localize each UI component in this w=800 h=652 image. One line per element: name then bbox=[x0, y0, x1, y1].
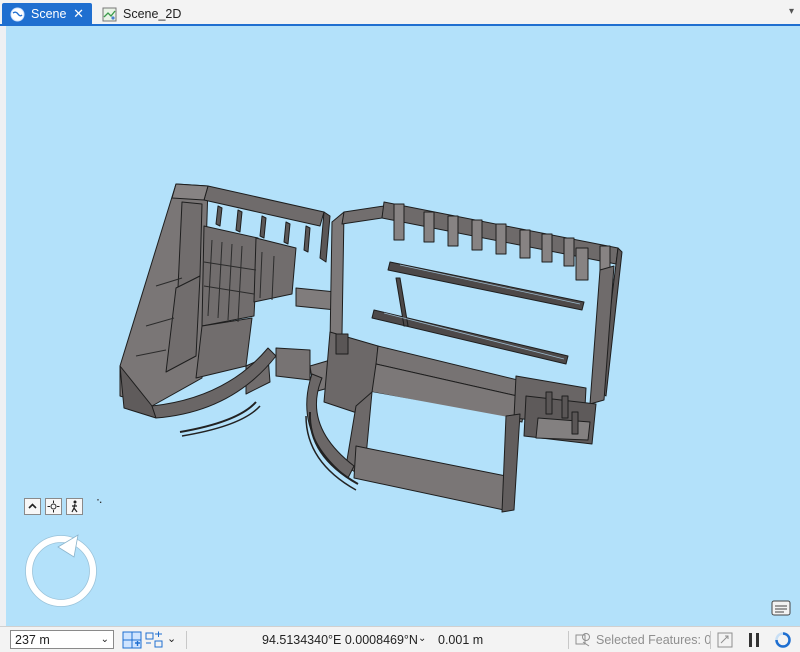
divider bbox=[710, 631, 711, 649]
scale-dropdown[interactable]: 237 m ⌄ bbox=[10, 630, 114, 649]
snapping-grid-icon[interactable] bbox=[122, 631, 142, 649]
tab-scene-label: Scene bbox=[31, 7, 67, 21]
pause-icon[interactable] bbox=[746, 631, 762, 649]
tab-scene[interactable]: Scene ✕ bbox=[2, 3, 92, 25]
close-icon[interactable]: ✕ bbox=[73, 6, 84, 22]
map-icon bbox=[102, 7, 117, 22]
divider bbox=[568, 631, 569, 649]
building-3d-model bbox=[119, 183, 623, 513]
expand-up-icon[interactable] bbox=[24, 498, 41, 515]
tab-scene-2d[interactable]: Scene_2D bbox=[94, 3, 194, 25]
navigator-buttons bbox=[24, 498, 83, 515]
coordinate-readout: 94.5134340°E 0.0008469°N bbox=[262, 633, 418, 647]
divider bbox=[186, 631, 187, 649]
chevron-down-icon: ⌄ bbox=[100, 634, 109, 645]
full-extent-icon[interactable] bbox=[45, 498, 62, 515]
refresh-view-icon[interactable] bbox=[716, 631, 734, 649]
navigator-compass-icon[interactable] bbox=[22, 531, 100, 609]
chevron-down-icon[interactable]: ⌄ bbox=[418, 633, 426, 644]
more-options-icon[interactable]: ⠑ bbox=[96, 498, 103, 509]
elevation-readout: 0.001 m bbox=[438, 633, 484, 647]
view-tab-bar: Scene ✕ Scene_2D ▾ bbox=[0, 0, 800, 26]
scene-map-view[interactable]: ⠑ bbox=[6, 26, 800, 626]
layers-panel-icon[interactable] bbox=[770, 598, 794, 618]
globe-icon bbox=[10, 7, 25, 22]
chevron-down-icon[interactable]: ▾ bbox=[789, 6, 794, 17]
scale-value: 237 m bbox=[15, 632, 50, 647]
walk-icon[interactable] bbox=[66, 498, 83, 515]
status-bar: 237 m ⌄ ⌄ 94.5134340°E 0.0008469°N ⌄ 0.0… bbox=[0, 626, 800, 652]
selection-icon[interactable] bbox=[574, 631, 592, 649]
tab-scene-2d-label: Scene_2D bbox=[123, 7, 182, 21]
constraint-grid-icon[interactable] bbox=[145, 631, 165, 649]
chevron-down-icon[interactable]: ⌄ bbox=[167, 632, 176, 645]
loading-spinner-icon bbox=[775, 632, 791, 648]
selected-features-count: Selected Features: 0 bbox=[596, 633, 712, 647]
